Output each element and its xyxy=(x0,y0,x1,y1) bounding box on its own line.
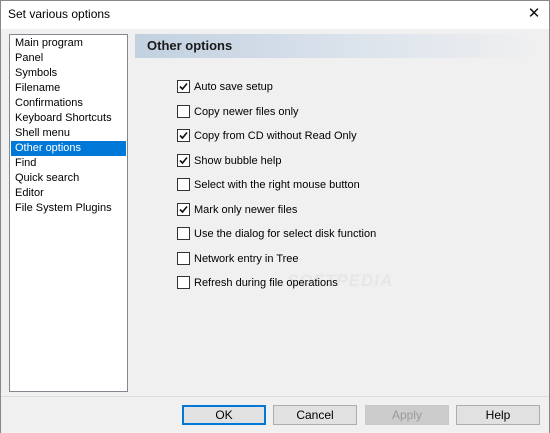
option-label: Network entry in Tree xyxy=(194,253,299,265)
options-dialog: Set various options ✕ Main program Panel… xyxy=(0,0,550,433)
checkmark-icon xyxy=(179,156,188,165)
checkbox-unchecked[interactable] xyxy=(177,178,190,191)
nav-item-keyboard-shortcuts[interactable]: Keyboard Shortcuts xyxy=(11,111,126,126)
option-label: Refresh during file operations xyxy=(194,277,338,289)
nav-item-confirmations[interactable]: Confirmations xyxy=(11,96,126,111)
checkbox-unchecked[interactable] xyxy=(177,105,190,118)
option-label: Copy newer files only xyxy=(194,106,299,118)
nav-item-panel[interactable]: Panel xyxy=(11,51,126,66)
close-icon[interactable]: ✕ xyxy=(519,1,549,29)
nav-item-file-system-plugins[interactable]: File System Plugins xyxy=(11,201,126,216)
checkmark-icon xyxy=(179,205,188,214)
checkbox-unchecked[interactable] xyxy=(177,252,190,265)
ok-button[interactable]: OK xyxy=(182,405,266,425)
nav-item-other-options[interactable]: Other options xyxy=(11,141,126,156)
button-bar: OK Cancel Apply Help xyxy=(1,396,549,433)
window-title: Set various options xyxy=(8,7,111,21)
checkmark-icon xyxy=(179,82,188,91)
option-label: Auto save setup xyxy=(194,81,273,93)
checkmark-icon xyxy=(179,131,188,140)
option-label: Show bubble help xyxy=(194,155,282,167)
help-button[interactable]: Help xyxy=(456,405,540,425)
title-bar: Set various options ✕ xyxy=(1,1,549,29)
option-label: Use the dialog for select disk function xyxy=(194,228,377,240)
nav-item-filename[interactable]: Filename xyxy=(11,81,126,96)
checkbox-unchecked[interactable] xyxy=(177,227,190,240)
nav-item-shell-menu[interactable]: Shell menu xyxy=(11,126,126,141)
checkbox-checked[interactable] xyxy=(177,129,190,142)
checkbox-checked[interactable] xyxy=(177,154,190,167)
options-category-list[interactable]: Main program Panel Symbols Filename Conf… xyxy=(9,34,128,392)
nav-item-symbols[interactable]: Symbols xyxy=(11,66,126,81)
section-header: Other options xyxy=(135,34,539,58)
nav-item-quick-search[interactable]: Quick search xyxy=(11,171,126,186)
checkbox-checked[interactable] xyxy=(177,80,190,93)
checkbox-unchecked[interactable] xyxy=(177,276,190,289)
nav-item-find[interactable]: Find xyxy=(11,156,126,171)
nav-item-main-program[interactable]: Main program xyxy=(11,36,126,51)
apply-button[interactable]: Apply xyxy=(365,405,449,425)
section-title: Other options xyxy=(147,38,233,53)
option-label: Mark only newer files xyxy=(194,204,298,216)
checkbox-checked[interactable] xyxy=(177,203,190,216)
nav-item-editor[interactable]: Editor xyxy=(11,186,126,201)
option-label: Select with the right mouse button xyxy=(194,179,360,191)
cancel-button[interactable]: Cancel xyxy=(273,405,357,425)
option-label: Copy from CD without Read Only xyxy=(194,130,357,142)
